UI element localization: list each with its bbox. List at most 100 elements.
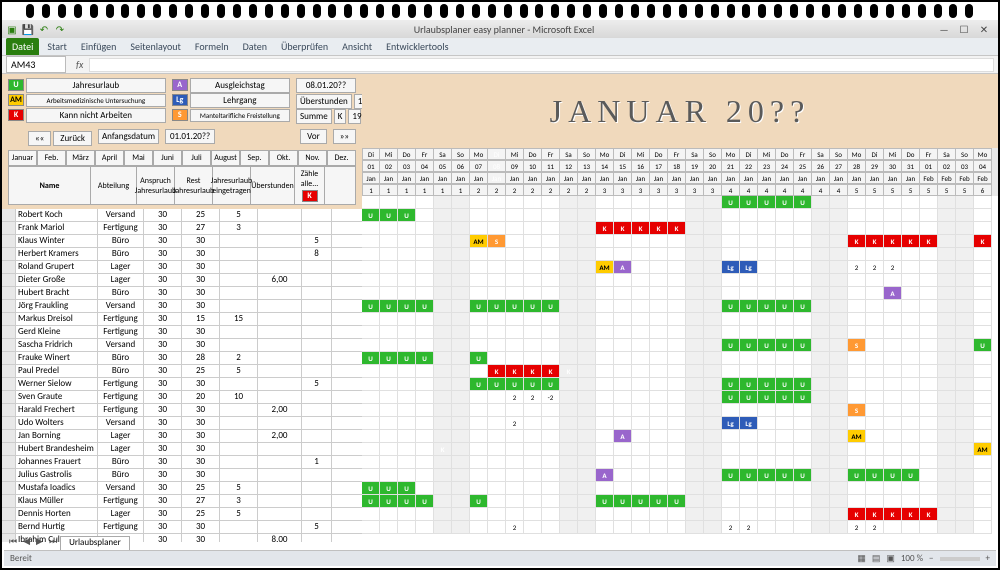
ribbon-tab-seitenlayout[interactable]: Seitenlayout (124, 38, 187, 55)
zoom-in-button[interactable]: + (986, 553, 990, 564)
person-row[interactable]: Sven GrauteFertigung302010 (2, 391, 362, 404)
person-row[interactable]: Markus DreisolFertigung301515 (2, 313, 362, 326)
redo-icon[interactable]: ↷ (54, 23, 66, 35)
sheet-nav-last[interactable]: ⏭ (46, 536, 60, 550)
ribbon-tab-datei[interactable]: Datei (6, 38, 39, 55)
person-row[interactable]: Jörg FrauklingVersand3030 (2, 300, 362, 313)
maximize-button[interactable]: ☐ (954, 23, 974, 36)
month-tab[interactable]: März (66, 150, 95, 166)
person-row[interactable]: Dennis HortenLager30255 (2, 508, 362, 521)
legend-am-label: Arbeitsmedizinische Untersuchung (26, 94, 166, 107)
fwd-arrow-button[interactable]: »» (333, 129, 356, 144)
month-tab[interactable]: Sep. (240, 150, 269, 166)
ribbon-tab-ansicht[interactable]: Ansicht (336, 38, 378, 55)
calendar-row[interactable] (362, 274, 998, 287)
ribbon-tabs: DateiStartEinfügenSeitenlayoutFormelnDat… (2, 38, 998, 56)
month-tab[interactable]: Juni (153, 150, 182, 166)
sheet-nav-first[interactable]: ⏮ (6, 536, 20, 550)
calendar-row[interactable]: UUUUUUUUUUUUUU (362, 300, 998, 313)
person-row[interactable]: Jan BorningLager30302,00 (2, 430, 362, 443)
sheet-nav-next[interactable]: ▶ (33, 536, 46, 550)
zaehle-code[interactable]: K (302, 190, 318, 202)
month-tab[interactable]: August (211, 150, 240, 166)
person-row[interactable]: Herbert KramersBüro30308 (2, 248, 362, 261)
person-row[interactable]: Roland GrupertLager3030 (2, 261, 362, 274)
person-row[interactable]: Werner SielowFertigung30305 (2, 378, 362, 391)
fx-icon[interactable]: fx (70, 58, 89, 71)
person-row[interactable]: Klaus WinterBüro30305 (2, 235, 362, 248)
ribbon-tab-einfügen[interactable]: Einfügen (75, 38, 123, 55)
save-icon[interactable]: 💾 (22, 23, 34, 35)
calendar-row[interactable]: UUUUUSU (362, 339, 998, 352)
person-row[interactable]: Sascha FridrichVersand3030 (2, 339, 362, 352)
month-tab[interactable]: Feb. (37, 150, 66, 166)
calendar-row[interactable]: 22222 (362, 521, 998, 534)
ribbon-tab-formeln[interactable]: Formeln (189, 38, 235, 55)
calendar-row[interactable]: S (362, 404, 998, 417)
calendar-row[interactable]: KKKKK (362, 365, 998, 378)
calendar-row[interactable]: UUUUUUUUUU (362, 495, 998, 508)
calendar-row[interactable]: 22-2UUUUU (362, 391, 998, 404)
undo-icon[interactable]: ↶ (38, 23, 50, 35)
zoom-slider[interactable] (940, 557, 980, 561)
sheet-tab-active[interactable]: Urlaubsplaner (60, 536, 130, 550)
view-layout-icon[interactable]: ▤ (872, 553, 881, 564)
calendar-row[interactable] (362, 248, 998, 261)
calendar-row[interactable]: KKKKK (362, 508, 998, 521)
calendar-row[interactable]: KAM (362, 443, 998, 456)
calendar-row[interactable]: UUU (362, 209, 998, 222)
formula-input[interactable] (89, 58, 994, 72)
person-row[interactable]: Gerd KleineFertigung3030 (2, 326, 362, 339)
person-row[interactable]: Frank MariolFertigung30273 (2, 222, 362, 235)
calendar-row[interactable]: AMSKKKKKK (362, 235, 998, 248)
month-tab[interactable]: Okt. (269, 150, 298, 166)
person-row[interactable]: Julius GastrolisBüro3030 (2, 469, 362, 482)
startdate-value[interactable]: 01.01.20?? (165, 129, 215, 144)
month-tab[interactable]: Mai (124, 150, 153, 166)
calendar-row[interactable]: UUUUU (362, 352, 998, 365)
calendar-row[interactable]: AMALgLg222 (362, 261, 998, 274)
back-button[interactable]: Zurück (53, 131, 92, 146)
person-row[interactable]: Harald FrechertFertigung30302,00 (2, 404, 362, 417)
view-break-icon[interactable]: ▣ (886, 553, 895, 564)
person-row[interactable]: Dieter GroßeLager30306,00 (2, 274, 362, 287)
ribbon-tab-entwicklertools[interactable]: Entwicklertools (380, 38, 454, 55)
month-tab[interactable]: April (95, 150, 124, 166)
ribbon-tab-start[interactable]: Start (41, 38, 72, 55)
calendar-row[interactable]: A (362, 287, 998, 300)
calendar-row[interactable]: 2LgLg (362, 417, 998, 430)
fwd-button[interactable]: Vor (300, 129, 327, 144)
person-row[interactable]: Hubert BrandesheimLager3030 (2, 443, 362, 456)
calendar-row[interactable]: AAM (362, 430, 998, 443)
zoom-out-button[interactable]: − (929, 553, 933, 564)
calendar-row[interactable]: KKKKK (362, 222, 998, 235)
person-row[interactable]: Robert KochVersand30255 (2, 209, 362, 222)
month-tab[interactable]: Januar (8, 150, 37, 166)
ribbon-tab-überprüfen[interactable]: Überprüfen (275, 38, 334, 55)
calendar-row[interactable]: UUUUU (362, 196, 998, 209)
person-row[interactable]: Hubert BrachtBüro3030 (2, 287, 362, 300)
calendar-row[interactable]: UUUUUUUUUU (362, 378, 998, 391)
view-normal-icon[interactable]: ▦ (857, 553, 866, 564)
calendar-row[interactable] (362, 326, 998, 339)
person-row[interactable]: Udo WoltersVersand3030 (2, 417, 362, 430)
month-tab[interactable]: Juli (182, 150, 211, 166)
calendar-row[interactable] (362, 313, 998, 326)
minimize-button[interactable]: — (934, 23, 954, 36)
sheet-nav-prev[interactable]: ◀ (20, 536, 33, 550)
month-tab[interactable]: Dez. (327, 150, 356, 166)
back-arrow-button[interactable]: «« (28, 131, 51, 146)
person-row[interactable]: Paul PredelBüro30255 (2, 365, 362, 378)
month-tab[interactable]: Nov. (298, 150, 327, 166)
ribbon-tab-daten[interactable]: Daten (237, 38, 273, 55)
calendar-row[interactable]: UUU (362, 482, 998, 495)
calendar-row[interactable] (362, 456, 998, 469)
calendar-row[interactable]: AUUUUUUUUU (362, 469, 998, 482)
person-row[interactable]: Mustafa IoadicsVersand30255 (2, 482, 362, 495)
person-row[interactable]: Frauke WinertBüro30282 (2, 352, 362, 365)
person-row[interactable]: Bernd HurtigFertigung30305 (2, 521, 362, 534)
name-box[interactable]: AM43 (6, 56, 66, 73)
close-button[interactable]: ✕ (974, 23, 994, 36)
person-row[interactable]: Johannes FrauertBüro30301 (2, 456, 362, 469)
person-row[interactable]: Klaus MüllerFertigung30273 (2, 495, 362, 508)
